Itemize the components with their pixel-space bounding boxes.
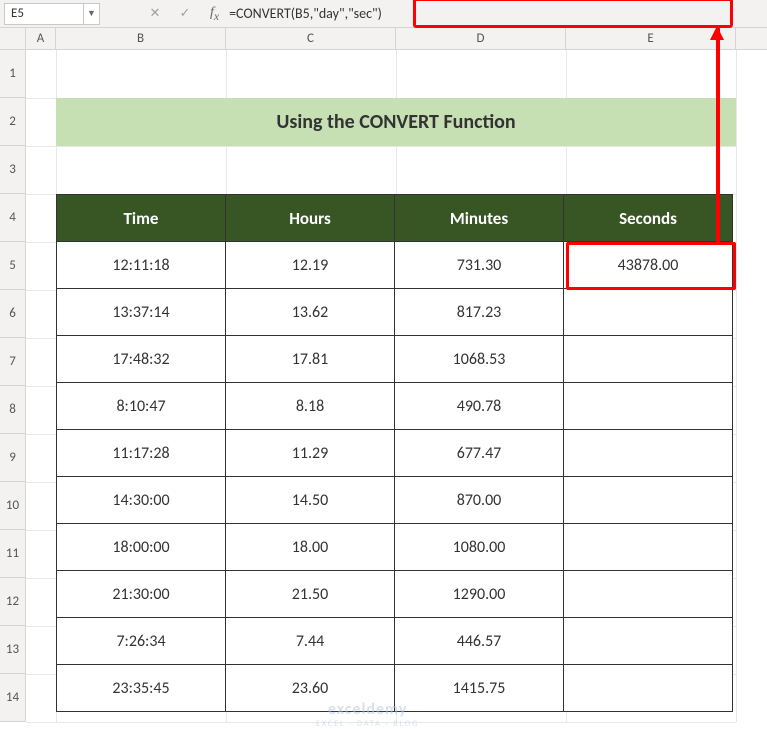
cell-hours-9[interactable]: 23.60 xyxy=(225,664,395,712)
row-header-7[interactable]: 7 xyxy=(0,338,26,386)
row-header-12[interactable]: 12 xyxy=(0,578,26,626)
cell-time-1[interactable]: 13:37:14 xyxy=(56,288,226,336)
cell-hours-6[interactable]: 18.00 xyxy=(225,523,395,571)
cell-seconds-1[interactable] xyxy=(563,288,733,336)
cell-minutes-3[interactable]: 490.78 xyxy=(394,382,564,430)
header-minutes[interactable]: Minutes xyxy=(394,194,564,242)
cell-minutes-2[interactable]: 1068.53 xyxy=(394,335,564,383)
cell-time-7[interactable]: 21:30:00 xyxy=(56,570,226,618)
cell-seconds-7[interactable] xyxy=(563,570,733,618)
cell-hours-7[interactable]: 21.50 xyxy=(225,570,395,618)
name-box-dropdown[interactable]: ▼ xyxy=(84,3,100,25)
cell-time-8[interactable]: 7:26:34 xyxy=(56,617,226,665)
cell-time-5[interactable]: 14:30:00 xyxy=(56,476,226,524)
row-header-9[interactable]: 9 xyxy=(0,434,26,482)
cancel-icon[interactable]: ✕ xyxy=(143,3,167,25)
select-all-corner[interactable] xyxy=(0,28,26,49)
cell-minutes-7[interactable]: 1290.00 xyxy=(394,570,564,618)
row-header-10[interactable]: 10 xyxy=(0,482,26,530)
row-header-13[interactable]: 13 xyxy=(0,626,26,674)
cell-time-3[interactable]: 8:10:47 xyxy=(56,382,226,430)
cell-seconds-5[interactable] xyxy=(563,476,733,524)
enter-icon[interactable]: ✓ xyxy=(173,3,197,25)
cell-seconds-2[interactable] xyxy=(563,335,733,383)
cell-minutes-4[interactable]: 677.47 xyxy=(394,429,564,477)
cell-time-6[interactable]: 18:00:00 xyxy=(56,523,226,571)
cell-hours-5[interactable]: 14.50 xyxy=(225,476,395,524)
row-header-11[interactable]: 11 xyxy=(0,530,26,578)
col-header-C[interactable]: C xyxy=(226,28,396,49)
fx-icon[interactable]: fx xyxy=(210,5,219,23)
cell-time-0[interactable]: 12:11:18 xyxy=(56,241,226,289)
cell-seconds-8[interactable] xyxy=(563,617,733,665)
cell-time-4[interactable]: 11:17:28 xyxy=(56,429,226,477)
row-header-8[interactable]: 8 xyxy=(0,386,26,434)
cell-hours-8[interactable]: 7.44 xyxy=(225,617,395,665)
cell-hours-1[interactable]: 13.62 xyxy=(225,288,395,336)
col-header-D[interactable]: D xyxy=(396,28,566,49)
annotation-arrow xyxy=(716,28,720,242)
col-header-A[interactable]: A xyxy=(26,28,56,49)
row-header-3[interactable]: 3 xyxy=(0,146,26,194)
row-header-5[interactable]: 5 xyxy=(0,242,26,290)
cell-minutes-6[interactable]: 1080.00 xyxy=(394,523,564,571)
cell-hours-2[interactable]: 17.81 xyxy=(225,335,395,383)
cell-time-2[interactable]: 17:48:32 xyxy=(56,335,226,383)
cell-seconds-3[interactable] xyxy=(563,382,733,430)
cell-seconds-6[interactable] xyxy=(563,523,733,571)
cell-seconds-0[interactable]: 43878.00 xyxy=(563,241,733,289)
cell-time-9[interactable]: 23:35:45 xyxy=(56,664,226,712)
header-time[interactable]: Time xyxy=(56,194,226,242)
cell-minutes-5[interactable]: 870.00 xyxy=(394,476,564,524)
row-header-1[interactable]: 1 xyxy=(0,50,26,98)
cell-seconds-9[interactable] xyxy=(563,664,733,712)
row-header-2[interactable]: 2 xyxy=(0,98,26,146)
col-header-B[interactable]: B xyxy=(56,28,226,49)
cell-minutes-8[interactable]: 446.57 xyxy=(394,617,564,665)
row-header-6[interactable]: 6 xyxy=(0,290,26,338)
cell-hours-4[interactable]: 11.29 xyxy=(225,429,395,477)
cell-minutes-9[interactable]: 1415.75 xyxy=(394,664,564,712)
header-hours[interactable]: Hours xyxy=(225,194,395,242)
cell-hours-3[interactable]: 8.18 xyxy=(225,382,395,430)
cell-seconds-4[interactable] xyxy=(563,429,733,477)
name-box[interactable]: E5 xyxy=(4,3,84,25)
cell-minutes-1[interactable]: 817.23 xyxy=(394,288,564,336)
annotation-arrow-head xyxy=(710,26,724,40)
row-header-4[interactable]: 4 xyxy=(0,194,26,242)
cell-minutes-0[interactable]: 731.30 xyxy=(394,241,564,289)
formula-bar[interactable]: =CONVERT(B5,"day","sec") xyxy=(225,3,767,25)
cell-hours-0[interactable]: 12.19 xyxy=(225,241,395,289)
header-seconds[interactable]: Seconds xyxy=(563,194,733,242)
title-cell[interactable]: Using the CONVERT Function xyxy=(56,98,736,146)
row-header-14[interactable]: 14 xyxy=(0,674,26,722)
